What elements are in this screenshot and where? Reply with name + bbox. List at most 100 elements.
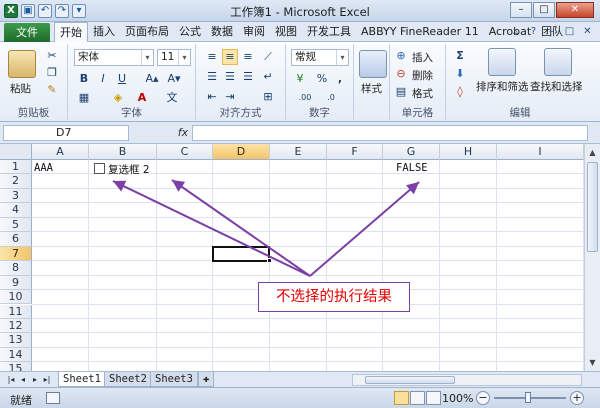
checkbox-label[interactable]: 复选框 2 [108, 162, 150, 177]
comma-button[interactable]: , [332, 71, 348, 87]
insert-cells-icon[interactable]: ⊕ [393, 48, 409, 64]
workbook-restore-icon[interactable]: □ [563, 25, 576, 38]
wrap-text-icon[interactable]: ↵ [260, 69, 276, 85]
cut-icon[interactable]: ✂ [44, 48, 60, 64]
insert-cells-button[interactable]: 插入 [412, 50, 433, 65]
prev-sheet-icon[interactable]: ◂ [18, 373, 28, 386]
sheet-tab-2[interactable]: Sheet2 [104, 372, 152, 387]
shrink-font-button[interactable]: A▾ [164, 71, 184, 87]
zoom-out-button[interactable]: − [476, 391, 490, 405]
format-cells-icon[interactable]: ▤ [393, 84, 409, 100]
page-break-view-icon[interactable] [426, 391, 441, 405]
increase-decimal-icon[interactable]: .00 [294, 90, 316, 106]
font-size-select[interactable]: 11 ▾ [157, 49, 191, 66]
formula-input[interactable] [192, 125, 588, 141]
workbook-minimize-icon[interactable]: – [545, 25, 558, 38]
ribbon-tab-0[interactable]: 开始 [54, 21, 88, 43]
delete-cells-button[interactable]: 删除 [412, 68, 433, 83]
ribbon-tab-8[interactable]: ABBYY FineReader 11 [356, 22, 484, 42]
row-header-8[interactable]: 8 [0, 261, 32, 276]
help-icon[interactable]: ? [527, 25, 540, 38]
next-sheet-icon[interactable]: ▸ [30, 373, 40, 386]
sort-filter-button[interactable]: 排序和筛选 [476, 79, 529, 94]
sheet-tab-1[interactable]: Sheet1 [58, 372, 106, 387]
text-orientation-icon[interactable]: ⟋ [260, 49, 276, 65]
horizontal-scrollbar[interactable] [352, 374, 582, 386]
horizontal-scroll-thumb[interactable] [365, 376, 455, 384]
ribbon-tab-3[interactable]: 公式 [174, 22, 206, 42]
increase-indent-icon[interactable]: ⇥ [222, 89, 238, 105]
underline-button[interactable]: U [114, 71, 130, 87]
active-cell-D7[interactable] [212, 245, 270, 263]
format-painter-icon[interactable]: ✎ [44, 82, 60, 98]
sort-filter-icon[interactable] [488, 48, 516, 76]
styles-icon[interactable] [359, 50, 387, 78]
align-right-icon[interactable]: ☰ [240, 69, 256, 85]
zoom-in-button[interactable]: + [570, 391, 584, 405]
sheet-tab-3[interactable]: Sheet3 [150, 372, 198, 387]
row-header-10[interactable]: 10 [0, 290, 32, 305]
file-tab[interactable]: 文件 [4, 23, 50, 42]
find-select-button[interactable]: 查找和选择 [530, 79, 583, 94]
decrease-indent-icon[interactable]: ⇤ [204, 89, 220, 105]
ribbon-tab-2[interactable]: 页面布局 [120, 22, 174, 42]
row-header-15[interactable]: 15 [0, 362, 32, 371]
ribbon-minimize-icon[interactable]: ▵ [509, 25, 522, 38]
ribbon-tab-4[interactable]: 数据 [206, 22, 238, 42]
column-header-E[interactable]: E [270, 144, 327, 160]
bold-button[interactable]: B [76, 71, 92, 87]
number-format-select[interactable]: 常规 ▾ [291, 49, 349, 66]
fill-handle[interactable] [267, 258, 272, 264]
paste-button-label[interactable]: 粘贴 [10, 81, 31, 96]
row-header-2[interactable]: 2 [0, 174, 32, 189]
maximize-button[interactable]: □ [533, 2, 555, 18]
ribbon-tab-6[interactable]: 视图 [270, 22, 302, 42]
cell-G1[interactable]: FALSE [396, 162, 428, 174]
row-header-1[interactable]: 1 [0, 160, 32, 175]
font-size-dropdown-icon[interactable]: ▾ [178, 50, 190, 65]
fill-icon[interactable]: ⬇ [452, 66, 468, 82]
column-header-G[interactable]: G [383, 144, 440, 160]
ribbon-tab-7[interactable]: 开发工具 [302, 22, 356, 42]
styles-button-label[interactable]: 样式 [361, 81, 382, 96]
clear-icon[interactable]: ◊ [452, 84, 468, 100]
column-header-I[interactable]: I [497, 144, 584, 160]
align-left-icon[interactable]: ☰ [204, 69, 220, 85]
cell-A1[interactable]: AAA [34, 162, 53, 174]
align-middle-icon[interactable]: ≡ [222, 49, 238, 65]
column-header-H[interactable]: H [440, 144, 497, 160]
column-header-C[interactable]: C [157, 144, 213, 160]
last-sheet-icon[interactable]: ▸| [42, 373, 52, 386]
vertical-scrollbar[interactable]: ▲ ▼ [584, 144, 600, 371]
row-header-3[interactable]: 3 [0, 188, 32, 204]
column-header-B[interactable]: B [89, 144, 157, 160]
font-color-icon[interactable]: A [134, 90, 150, 106]
phonetic-guide-icon[interactable]: 文 [164, 90, 180, 106]
insert-function-button[interactable]: fx [176, 125, 190, 141]
delete-cells-icon[interactable]: ⊖ [393, 66, 409, 82]
row-header-12[interactable]: 12 [0, 318, 32, 334]
insert-sheet-icon[interactable]: ✚ [198, 372, 214, 387]
minimize-button[interactable]: – [510, 2, 532, 18]
fill-color-icon[interactable]: ◈ [110, 90, 126, 106]
grow-font-button[interactable]: A▴ [142, 71, 162, 87]
vertical-scroll-thumb[interactable] [587, 162, 598, 252]
row-header-9[interactable]: 9 [0, 275, 32, 291]
workbook-close-icon[interactable]: ✕ [581, 25, 594, 38]
scroll-up-icon[interactable]: ▲ [587, 146, 598, 159]
align-bottom-icon[interactable]: ≡ [240, 49, 256, 65]
scroll-down-icon[interactable]: ▼ [587, 356, 598, 369]
column-header-F[interactable]: F [327, 144, 383, 160]
close-button[interactable]: ✕ [556, 2, 594, 18]
row-header-5[interactable]: 5 [0, 217, 32, 233]
currency-icon[interactable]: ¥ [292, 71, 308, 87]
page-layout-view-icon[interactable] [410, 391, 425, 405]
percent-button[interactable]: % [314, 71, 330, 87]
macro-record-icon[interactable] [46, 392, 60, 404]
row-header-13[interactable]: 13 [0, 333, 32, 348]
find-select-icon[interactable] [544, 48, 572, 76]
zoom-level[interactable]: 100% [442, 392, 473, 405]
borders-icon[interactable]: ▦ [76, 90, 92, 106]
normal-view-icon[interactable] [394, 391, 409, 405]
ribbon-tab-1[interactable]: 插入 [88, 22, 120, 42]
